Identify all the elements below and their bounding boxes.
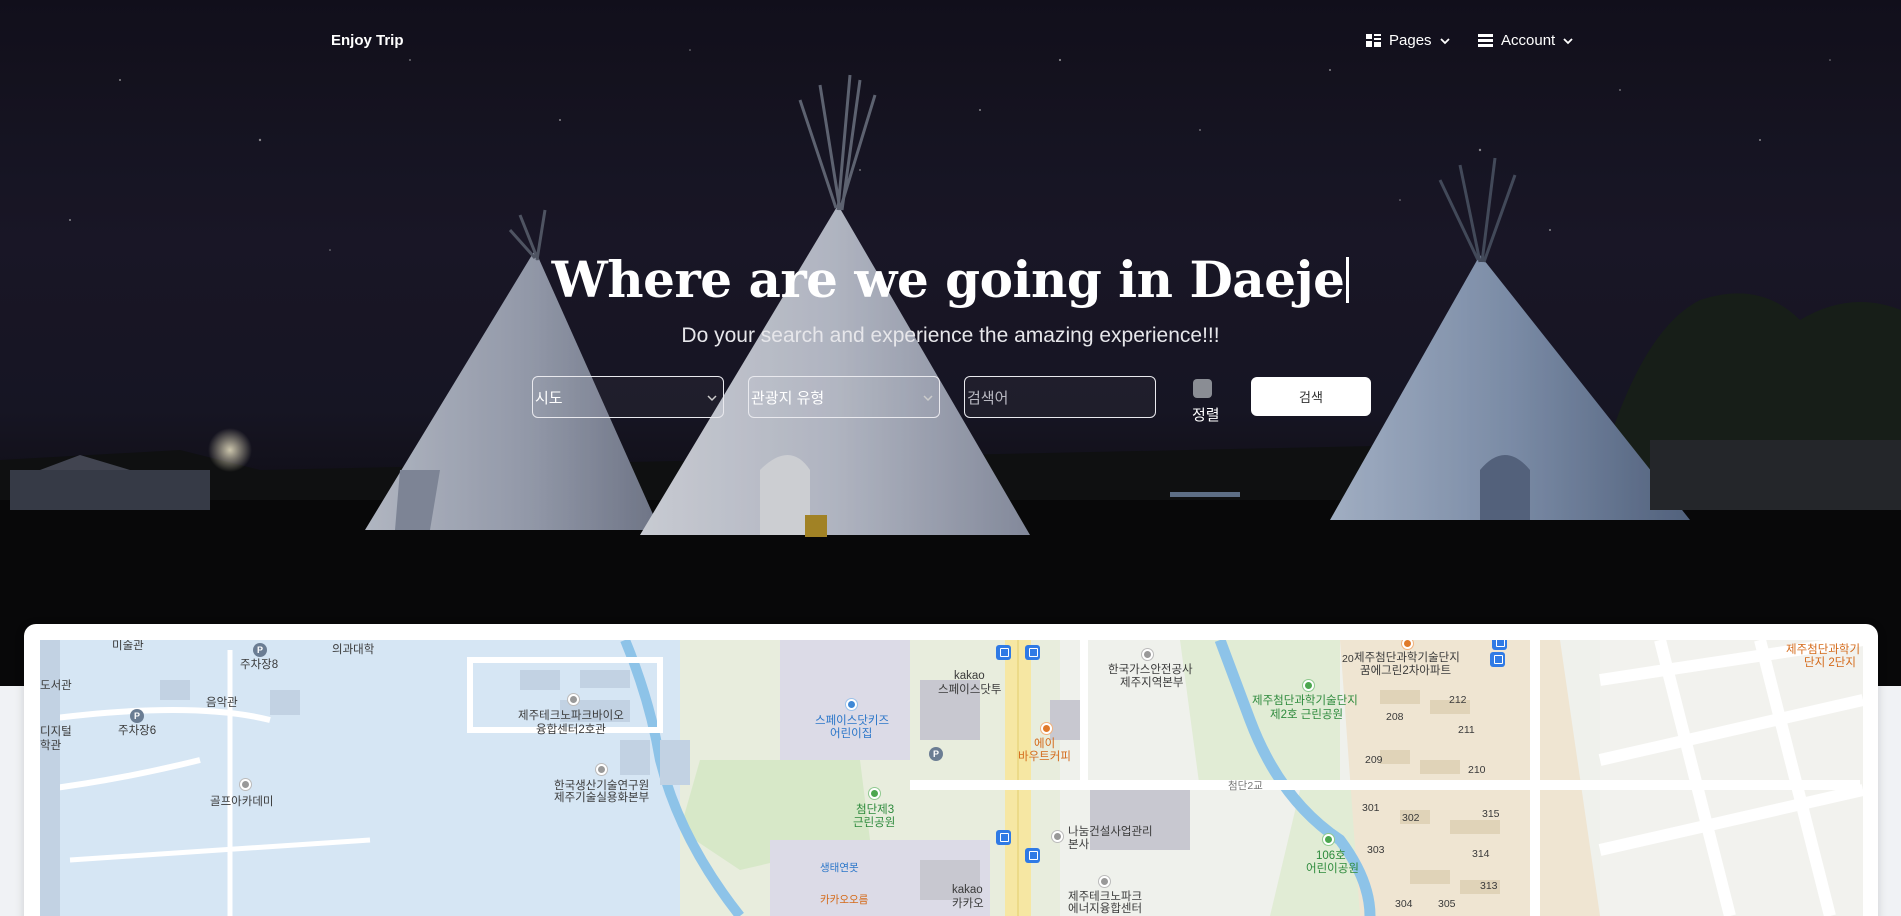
map-label: 본사 [1068,839,1090,851]
poi-marker[interactable] [1052,831,1063,842]
map-label: 313 [1480,880,1498,892]
map-label: 도서관 [40,680,72,692]
map-label: 에이 [1034,738,1056,750]
sort-checkbox[interactable] [1193,379,1212,398]
poi-marker[interactable] [846,699,857,710]
map-label: 첨단제3 [856,804,895,816]
map-label: 미술관 [112,640,144,652]
map-label: kakao [952,884,983,896]
map-label: 제주테크노파크바이오 [518,710,624,722]
map-label: 제주첨단과학기 [1786,644,1861,656]
parking-icon: P [130,709,144,723]
parking-icon: P [253,643,267,657]
map-label: 209 [1365,754,1383,766]
map-label: 근린공원 [853,817,896,829]
map-label: 스페이스닷투 [938,684,1002,696]
bus-stop-icon[interactable] [996,645,1011,660]
bus-stop-icon[interactable] [1025,848,1040,863]
chevron-down-icon [1563,37,1573,44]
map-label: 생태연못 [820,862,859,874]
nav-pages-label: Pages [1389,32,1432,49]
map-label: 315 [1482,808,1500,820]
map-label: 어린이공원 [1306,863,1359,875]
map-label: 에너지융합센터 [1068,903,1143,915]
keyword-input[interactable]: 검색어 [964,376,1156,418]
map-label: 의과대학 [332,644,375,656]
poi-marker[interactable] [1041,723,1052,734]
map-label: 어린이집 [830,728,873,740]
map-label: 첨단2교 [1228,780,1263,792]
nav-account-label: Account [1501,32,1556,49]
map-label: 스페이스닷키즈 [815,715,890,727]
poi-marker[interactable] [1303,680,1314,691]
sido-select-value: 시도 [535,389,563,407]
search-button[interactable]: 검색 [1251,377,1371,416]
chevron-down-icon [707,395,717,402]
map-label: 302 [1402,812,1420,824]
map-label: 융합센터2호관 [536,724,606,736]
map-label: 주차장6 [118,725,157,737]
hero-title: Where are we going in Daeje [0,250,1901,309]
map-label: 바우트커피 [1018,751,1071,763]
sido-select[interactable]: 시도 [532,376,724,418]
hero-title-text: Where are we going in Daeje [551,250,1345,309]
map-label: 211 [1458,724,1475,736]
poi-marker[interactable] [1142,649,1153,660]
nav-account-dropdown[interactable]: Account [1478,32,1573,49]
map-label: 304 [1395,898,1413,910]
chevron-down-icon [923,395,933,402]
map-label: 나눔건설사업관리 [1068,826,1153,838]
dashboard-icon [1366,34,1381,47]
map-label: 210 [1468,764,1486,776]
map-label: 제주첨단과학기술단지 [1252,695,1358,707]
map-label: 디지털 [40,726,72,738]
map-label: 꿈에그린2차아파트 [1360,665,1452,677]
map-tiles [40,640,1863,916]
map-label: 음악관 [206,697,238,709]
sort-label: 정렬 [1192,407,1220,424]
nav-pages-dropdown[interactable]: Pages [1366,32,1450,49]
map-label: 학관 [40,740,62,752]
map-label: kakao [954,670,985,682]
poi-marker[interactable] [869,788,880,799]
bus-stop-icon[interactable] [1490,652,1505,667]
poi-marker[interactable] [240,779,251,790]
map-label: 한국가스안전공사 [1108,664,1193,676]
map-label: 카카오 [952,898,984,910]
map-label: 제주기술실용화본부 [554,792,650,804]
brand-logo[interactable]: Enjoy Trip [331,32,404,49]
content-type-select-value: 관광지 유형 [751,389,825,407]
parking-icon: P [929,747,943,761]
map-label: 단지 2단지 [1804,657,1856,669]
typing-caret [1346,257,1350,303]
map-label: 카카오오름 [820,894,869,906]
account-icon [1478,34,1493,47]
keyword-placeholder: 검색어 [967,389,1009,407]
map-label: 골프아카데미 [210,796,274,808]
map-label: 301 [1362,802,1380,814]
map-label: 제2호 근린공원 [1270,709,1344,721]
kakao-map[interactable]: 미술관 P 주차장8 의과대학 도서관 음악관 P 주차장6 디지털 학관 제주… [40,640,1863,916]
poi-marker[interactable] [1323,834,1334,845]
bus-stop-icon[interactable] [996,830,1011,845]
map-label: 20 [1342,653,1354,665]
map-label: 212 [1449,694,1467,706]
map-label: 208 [1386,711,1404,723]
map-label: 제주첨단과학기술단지 [1354,652,1460,664]
chevron-down-icon [1439,37,1450,44]
poi-marker[interactable] [596,764,607,775]
map-label: 제주지역본부 [1120,677,1184,689]
map-label: 314 [1472,848,1490,860]
map-label: 주차장8 [240,659,279,671]
map-label: 305 [1438,898,1456,910]
map-label: 303 [1367,844,1385,856]
map-label: 106호 [1316,850,1346,862]
poi-marker[interactable] [568,694,579,705]
content-type-select[interactable]: 관광지 유형 [748,376,940,418]
bus-stop-icon[interactable] [1025,645,1040,660]
poi-marker[interactable] [1099,876,1110,887]
bus-stop-icon[interactable] [1492,640,1507,650]
hero-subtitle: Do your search and experience the amazin… [681,324,1220,347]
